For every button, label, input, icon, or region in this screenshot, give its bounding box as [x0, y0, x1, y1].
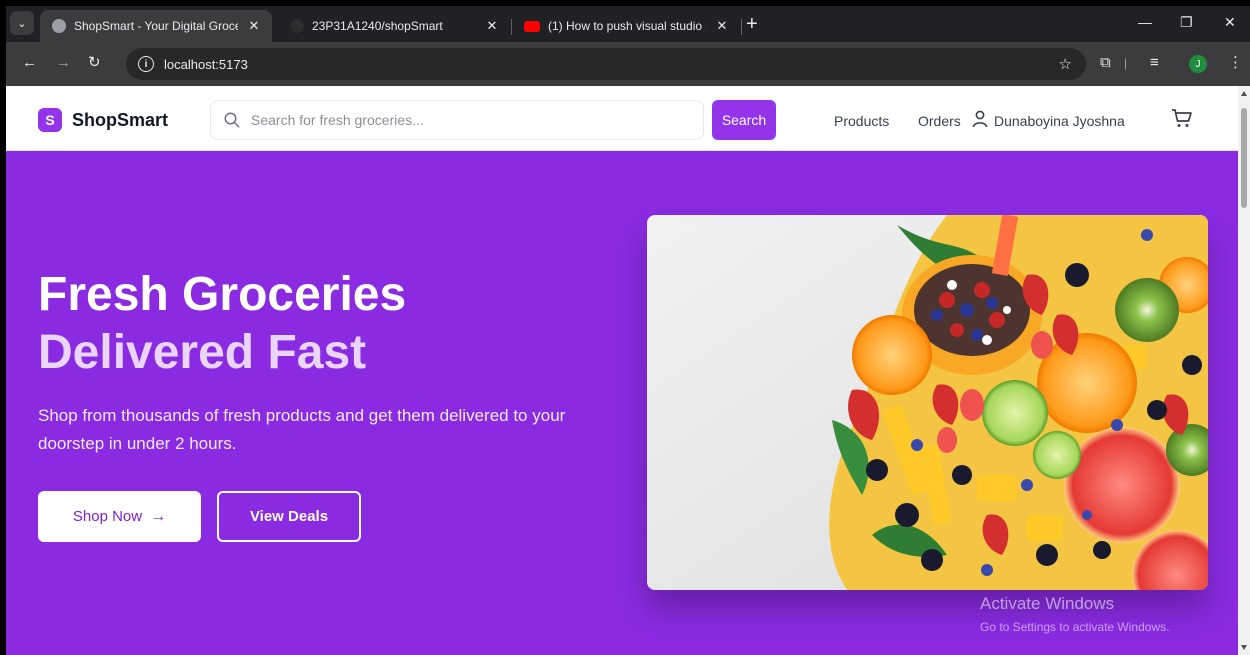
youtube-icon: [524, 20, 540, 32]
scroll-down-arrow-icon[interactable]: [1241, 645, 1247, 650]
github-icon: [290, 19, 304, 33]
view-deals-button[interactable]: View Deals: [217, 491, 361, 542]
watermark-title: Activate Windows: [980, 594, 1115, 613]
logo-icon[interactable]: S: [38, 108, 62, 132]
extensions-icon[interactable]: ⧉: [1100, 54, 1111, 72]
address-bar[interactable]: i localhost:5173 ☆: [126, 48, 1086, 80]
shop-now-button[interactable]: Shop Now →: [38, 491, 201, 542]
search-icon: [224, 112, 240, 128]
tab-search-chevron-icon[interactable]: ⌄: [10, 11, 34, 35]
address-text: localhost:5173: [164, 56, 248, 72]
tab-shopsmart[interactable]: ShopSmart - Your Digital Groce ✕: [40, 10, 272, 42]
tab-strip: ⌄ ShopSmart - Your Digital Groce ✕ 23P31…: [6, 6, 1250, 42]
hero-subtitle: Shop from thousands of fresh products an…: [38, 406, 566, 453]
search-input[interactable]: [251, 112, 691, 128]
tab-title: 23P31A1240/shopSmart: [312, 19, 443, 33]
reload-icon[interactable]: ↻: [88, 54, 101, 72]
bookmark-star-icon[interactable]: ☆: [1059, 55, 1072, 73]
arrow-right-icon: →: [150, 507, 167, 525]
user-name[interactable]: Dunaboyina Jyoshna: [994, 113, 1125, 129]
scrollbar-thumb[interactable]: [1241, 108, 1247, 208]
logo-text[interactable]: ShopSmart: [72, 110, 168, 131]
close-tab-icon[interactable]: ✕: [714, 18, 730, 34]
browser-window: ⌄ ShopSmart - Your Digital Groce ✕ 23P31…: [6, 6, 1250, 655]
activate-windows-watermark: Activate Windows Go to Settings to activ…: [980, 594, 1169, 634]
shop-now-label: Shop Now: [72, 508, 143, 525]
tab-title: ShopSmart - Your Digital Groce: [74, 19, 238, 33]
minimize-icon[interactable]: —: [1138, 14, 1152, 30]
close-window-icon[interactable]: ✕: [1224, 14, 1236, 31]
page-scrollbar[interactable]: [1238, 86, 1250, 655]
close-tab-icon[interactable]: ✕: [246, 18, 262, 34]
search-button[interactable]: Search: [712, 100, 776, 140]
browser-menu-icon[interactable]: ⋮: [1228, 54, 1243, 72]
hero-title-line1: Fresh Groceries: [38, 268, 407, 321]
site-navbar: S ShopSmart Search Products Orders Dunab…: [6, 86, 1238, 151]
web-page: S ShopSmart Search Products Orders Dunab…: [6, 86, 1238, 655]
back-icon[interactable]: ←: [22, 54, 37, 72]
new-tab-icon[interactable]: +: [746, 14, 758, 34]
hero-title-line2: Delivered Fast: [38, 326, 367, 379]
nav-link-products[interactable]: Products: [834, 113, 889, 129]
hero-title: Fresh Groceries Delivered Fast: [38, 266, 406, 382]
user-icon[interactable]: [972, 110, 988, 128]
cart-icon[interactable]: [1170, 106, 1194, 130]
hero-fruit-image: [647, 215, 1208, 590]
scroll-up-arrow-icon[interactable]: [1241, 91, 1247, 96]
forward-icon[interactable]: →: [56, 54, 71, 72]
close-tab-icon[interactable]: ✕: [484, 18, 500, 34]
search-box: [210, 100, 704, 140]
watermark-subtitle: Go to Settings to activate Windows.: [980, 620, 1170, 634]
profile-avatar[interactable]: J: [1189, 55, 1207, 73]
globe-icon: [52, 19, 66, 33]
tab-github[interactable]: 23P31A1240/shopSmart ✕: [278, 10, 510, 42]
browser-toolbar: ← → ↻ i localhost:5173 ☆ ⧉ | ≡ J ⋮: [6, 42, 1250, 86]
tab-title: (1) How to push visual studio cc: [548, 19, 706, 33]
restore-icon[interactable]: ❐: [1180, 14, 1193, 31]
tab-youtube[interactable]: (1) How to push visual studio cc ✕: [512, 10, 740, 42]
nav-link-orders[interactable]: Orders: [918, 113, 961, 129]
reading-list-icon[interactable]: ≡: [1150, 54, 1159, 72]
toolbar-divider: |: [1124, 56, 1128, 70]
tab-divider: [741, 19, 742, 35]
site-info-icon[interactable]: i: [138, 56, 154, 72]
